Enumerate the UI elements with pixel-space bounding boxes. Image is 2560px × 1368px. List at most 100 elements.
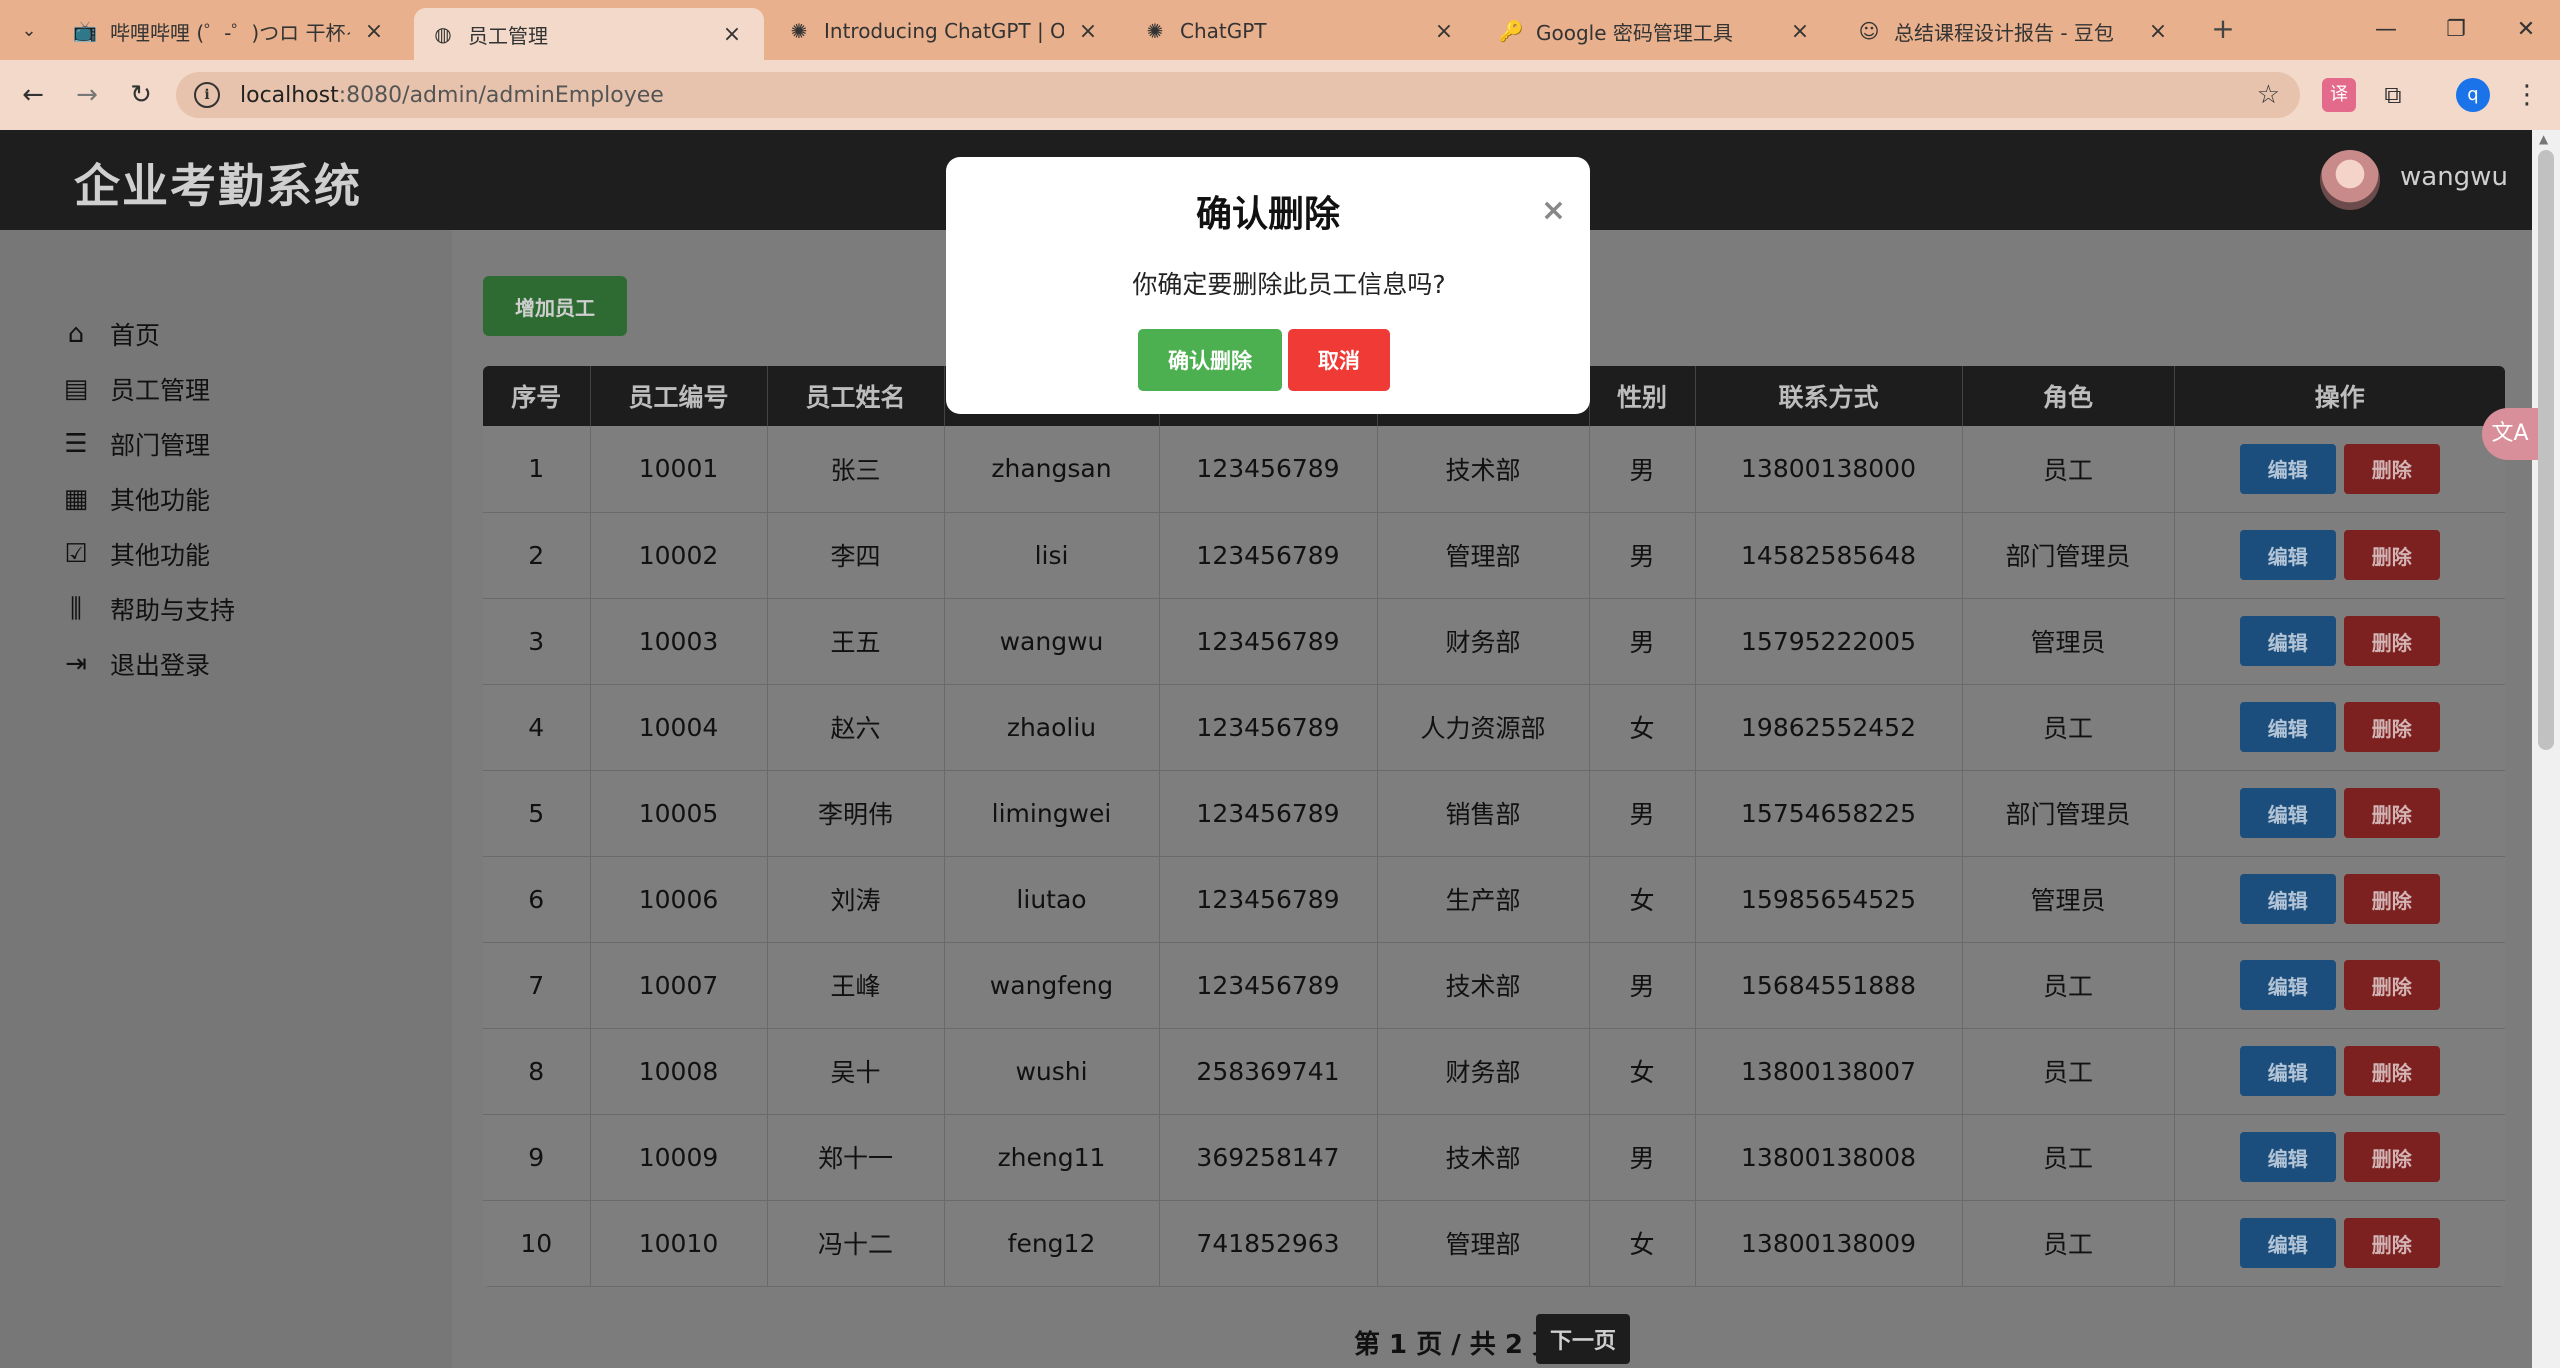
table-cell: 1 (483, 426, 591, 512)
browser-tab[interactable]: ✺ ChatGPT × (1126, 8, 1476, 54)
delete-button[interactable]: 删除 (2343, 874, 2440, 924)
table-row: 4 10004 赵六 zhaoliu 123456789 人力资源部女 1986255245… (483, 684, 2505, 770)
table-cell: 技术部 (1377, 942, 1590, 1028)
address-bar[interactable]: i localhost:8080/admin/adminEmployee ☆ (176, 72, 2300, 118)
tab-search-button[interactable]: ⌄ (14, 16, 44, 46)
sidebar-item[interactable]: ☑ 其他功能 (56, 534, 210, 574)
translate-extension-icon[interactable]: 译 (2322, 78, 2356, 112)
delete-button[interactable]: 删除 (2343, 1132, 2440, 1182)
browser-menu-icon[interactable]: ⋮ (2510, 78, 2544, 112)
delete-button[interactable]: 删除 (2343, 616, 2440, 666)
minimize-button[interactable]: — (2356, 10, 2416, 50)
browser-tab[interactable]: ✺ Introducing ChatGPT | OpenAI × (770, 8, 1120, 54)
browser-tab[interactable]: 📺 哔哩哔哩 (゜-゜)つロ 干杯~-bili × (56, 8, 406, 54)
table-cell: 张三 (767, 426, 945, 512)
username[interactable]: wangwu (2400, 162, 2508, 192)
browser-tab[interactable]: ☺ 总结课程设计报告 - 豆包 × (1840, 8, 2190, 54)
user-avatar[interactable] (2320, 150, 2380, 210)
delete-button[interactable]: 删除 (2343, 1046, 2440, 1096)
restore-button[interactable]: ❐ (2426, 10, 2486, 50)
delete-button[interactable]: 删除 (2343, 443, 2440, 494)
actions-cell: 编辑 删除 (2174, 770, 2505, 856)
cancel-button[interactable]: 取消 (1288, 329, 1390, 391)
delete-button[interactable]: 删除 (2343, 530, 2440, 580)
close-window-button[interactable]: ✕ (2496, 10, 2556, 50)
site-info-icon[interactable]: i (194, 82, 220, 108)
edit-button[interactable]: 编辑 (2239, 960, 2336, 1010)
table-cell: 管理员 (1962, 856, 2175, 942)
close-icon[interactable]: × (1541, 193, 1566, 228)
sidebar-item[interactable]: ⫼ 帮助与支持 (56, 589, 235, 629)
page-scrollbar[interactable]: ▲ (2532, 130, 2560, 1368)
list-icon: ☰ (64, 429, 88, 459)
bookmark-star-icon[interactable]: ☆ (2257, 80, 2280, 110)
tab-close-icon[interactable]: × (1074, 19, 1102, 44)
new-tab-button[interactable]: + (2206, 12, 2240, 46)
delete-button[interactable]: 删除 (2343, 788, 2440, 838)
edit-button[interactable]: 编辑 (2239, 443, 2336, 494)
floating-translate-icon[interactable]: 文A (2482, 408, 2538, 460)
tab-title: 员工管理 (468, 23, 548, 48)
sidebar-item[interactable]: ⌂ 首页 (56, 314, 160, 354)
column-header: 操作 (2314, 383, 2365, 412)
table-cell: 15684551888 (1695, 942, 1963, 1028)
edit-button[interactable]: 编辑 (2239, 530, 2336, 580)
globe-icon: ◍ (434, 22, 452, 46)
sidebar-item[interactable]: ▤ 员工管理 (56, 369, 210, 409)
delete-button[interactable]: 删除 (2343, 1218, 2440, 1268)
table-row: 1 10001 张三 zhangsan 123456789 技术部男 13800138000… (483, 426, 2505, 512)
table-row: 6 10006 刘涛 liutao 123456789 生产部女 15985654525 管理… (483, 856, 2505, 942)
table-cell: 10 (483, 1200, 591, 1286)
tab-strip: ⌄ 📺 哔哩哔哩 (゜-゜)つロ 干杯~-bili × ◍ 员工管理 × ✺ Introduc… (0, 0, 2560, 60)
profile-avatar[interactable]: q (2456, 78, 2490, 112)
table-cell: 吴十 (767, 1028, 945, 1114)
edit-button[interactable]: 编辑 (2239, 1218, 2336, 1268)
scroll-up-icon[interactable]: ▲ (2539, 132, 2548, 146)
delete-button[interactable]: 删除 (2343, 960, 2440, 1010)
sidebar-item-label: 员工管理 (110, 376, 211, 405)
tab-close-icon[interactable]: × (1430, 19, 1458, 44)
table-cell: 女 (1589, 1028, 1696, 1114)
back-button[interactable]: ← (14, 76, 52, 114)
edit-button[interactable]: 编辑 (2239, 1132, 2336, 1182)
reload-button[interactable]: ↻ (122, 76, 160, 114)
browser-tab[interactable]: ◍ 员工管理 × (414, 8, 764, 60)
browser-tab[interactable]: 🔑 Google 密码管理工具 × (1482, 8, 1832, 54)
delete-button[interactable]: 删除 (2343, 702, 2440, 752)
tab-close-icon[interactable]: × (360, 19, 388, 44)
scrollbar-thumb[interactable] (2538, 150, 2554, 750)
actions-cell: 编辑 删除 (2174, 1028, 2505, 1114)
table-cell: 14582585648 (1695, 512, 1963, 598)
home-icon: ⌂ (67, 319, 85, 349)
sidebar-item[interactable]: ▦ 其他功能 (56, 479, 210, 519)
edit-button[interactable]: 编辑 (2239, 702, 2336, 752)
table-cell: 女 (1589, 856, 1696, 942)
openai-icon: ✺ (1146, 19, 1164, 43)
table-cell: 123456789 (1159, 684, 1378, 770)
edit-button[interactable]: 编辑 (2239, 1046, 2336, 1096)
tab-title: ChatGPT (1180, 19, 1267, 43)
actions-cell: 编辑 删除 (2174, 426, 2505, 512)
table-row: 9 10009 郑十一 zheng11 369258147 技术部男 13800138008… (483, 1114, 2505, 1200)
forward-button[interactable]: → (68, 76, 106, 114)
sidebar-item[interactable]: ⇥ 退出登录 (56, 644, 210, 684)
next-page-button[interactable]: 下一页 (1536, 1314, 1630, 1364)
confirm-delete-button[interactable]: 确认删除 (1138, 329, 1282, 391)
tab-close-icon[interactable]: × (2144, 19, 2172, 44)
extensions-puzzle-icon[interactable]: ⧉ (2376, 78, 2410, 112)
edit-button[interactable]: 编辑 (2239, 788, 2336, 838)
table-row: 7 10007 王峰 wangfeng 123456789 技术部男 15684551888… (483, 942, 2505, 1028)
edit-button[interactable]: 编辑 (2239, 616, 2336, 666)
add-employee-button[interactable]: 增加员工 (483, 276, 627, 336)
tab-close-icon[interactable]: × (1786, 19, 1814, 44)
table-cell: 生产部 (1377, 856, 1590, 942)
table-cell: limingwei (944, 770, 1160, 856)
table-cell: 员工 (1962, 1028, 2175, 1114)
table-cell: 10010 (590, 1200, 768, 1286)
tab-close-icon[interactable]: × (718, 22, 746, 47)
clipboard-check-icon: ☑ (64, 539, 88, 569)
sidebar-item[interactable]: ☰ 部门管理 (56, 424, 210, 464)
edit-button[interactable]: 编辑 (2239, 874, 2336, 924)
confirm-delete-dialog: 确认删除 × 你确定要删除此员工信息吗? 确认删除 取消 (946, 157, 1590, 414)
table-cell: 人力资源部 (1377, 684, 1590, 770)
